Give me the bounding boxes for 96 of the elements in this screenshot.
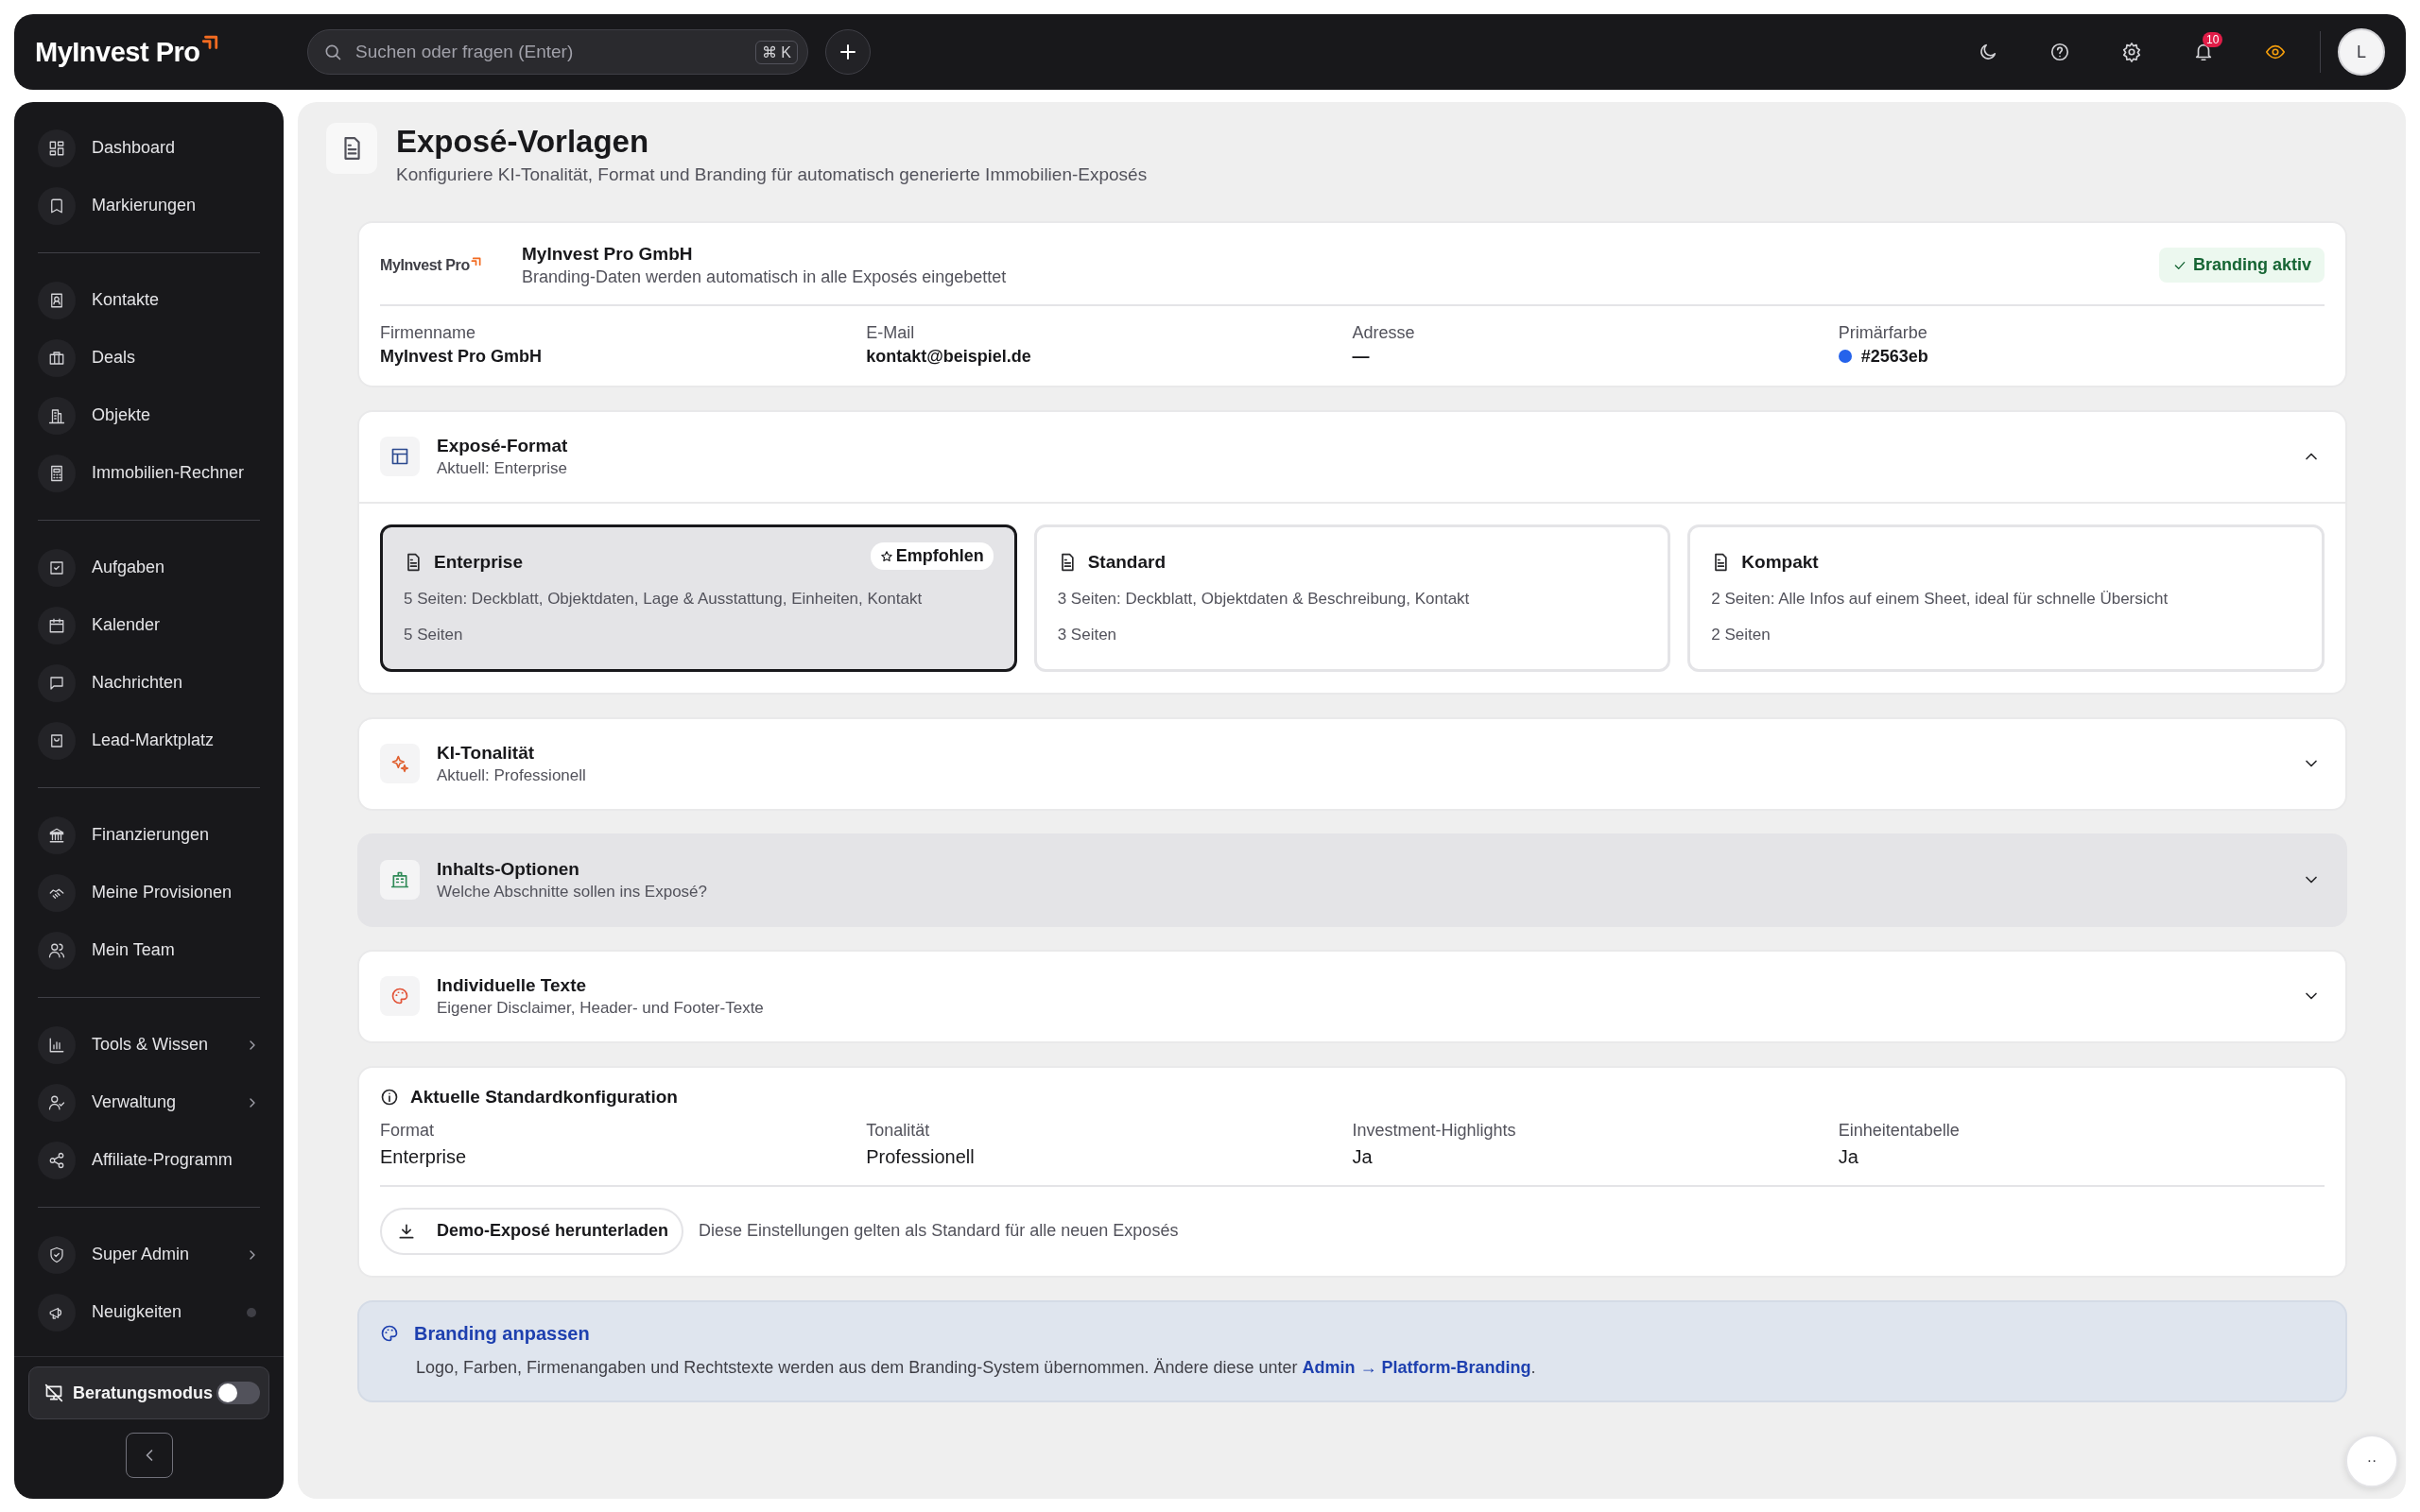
company-logo: MyInvest Pro [380,256,484,274]
branding-description: Branding-Daten werden automatisch in alle Exposés eingebettet [522,266,1008,287]
bank-icon [48,826,65,844]
shield-icon [48,1246,65,1263]
field-label: Adresse [1352,322,1416,343]
recommended-badge: Empfohlen [870,542,994,571]
sidebar-item[interactable]: Meine Provisionen [38,864,260,921]
bell-icon[interactable] [2193,42,2214,62]
option-description: 2 Seiten: Alle Infos auf einem Sheet, ideal für schnelle Übersicht [1711,589,2169,609]
section-header[interactable]: Inhalts-Optionen Welche Abschnitte sollen ins Exposé? [359,834,2345,925]
contact-card-icon [48,291,65,309]
sidebar-item[interactable]: Tools & Wissen [38,1016,260,1074]
info-icon [380,1087,399,1107]
add-button[interactable] [825,29,871,75]
format-option-card[interactable]: Enterprise Empfohlen 5 Seiten: Deckblatt, Objektdaten, Lage & Ausstattung, Einheiten, Kontakt 5 Seiten [380,524,1017,672]
page-count: 2 Seiten [1711,625,1772,644]
sidebar-item[interactable]: Kontakte [38,271,260,329]
info-text: Logo, Farben, Firmenangaben und Rechtstexte werden aus dem Branding-System übernommen. Ändere diese unter Admin → Platform-Branding. [416,1357,1537,1378]
advisor-mode-button[interactable]: Beratungsmodus [28,1366,269,1419]
field-value: MyInvest Pro GmbH [380,346,543,367]
config-note: Diese Einstellungen gelten als Standard für alle neuen Exposés [699,1221,1179,1242]
info-title: Branding anpassen [414,1322,590,1345]
sidebar-item[interactable]: Super Admin [38,1226,260,1283]
sidebar-item[interactable]: Dashboard [38,119,260,177]
option-title: Enterprise [434,551,524,573]
search-icon [323,43,342,61]
grid-icon [48,139,65,157]
collapse-button[interactable] [125,1433,173,1478]
field-value: Professionell [866,1145,976,1168]
avatar[interactable]: L [2338,28,2385,76]
bar-chart-icon [48,1036,65,1054]
notification-badge: 10 [2203,32,2223,47]
moon-icon[interactable] [1978,42,1998,62]
chat-button[interactable]: ·· [2345,1435,2398,1487]
logo[interactable]: MyInvest Pro [35,34,290,70]
branding-link[interactable]: Admin → Platform-Branding [1302,1357,1531,1377]
building-icon [48,406,65,424]
page-count: 5 Seiten [404,625,464,644]
field-value: Enterprise [380,1145,468,1168]
calendar-icon [48,616,65,634]
search-bar[interactable]: Suchen oder fragen (Enter) ⌘ K [307,29,808,75]
field-label: Einheitentabelle [1838,1120,1961,1141]
format-option-card[interactable]: Standard 3 Seiten: Deckblatt, Objektdaten & Beschreibung, Kontakt 3 Seiten [1033,524,1671,672]
palette-icon [380,1324,399,1344]
field-label: Format [380,1120,435,1141]
calculator-icon [48,464,65,482]
option-title: Kompakt [1741,551,1820,573]
sidebar-item[interactable]: Affiliate-Programm [38,1131,260,1189]
sidebar-item[interactable]: Objekte [38,387,260,444]
format-option-card[interactable]: Kompakt 2 Seiten: Alle Infos auf einem Sheet, ideal für schnelle Übersicht 2 Seiten [1687,524,2325,672]
chat-icon [48,674,65,692]
toggle-switch[interactable] [216,1382,260,1404]
section-header[interactable]: Exposé-Format Aktuell: Enterprise [359,411,2345,502]
page-subtitle: Konfiguriere KI-Tonalität, Format und Branding für automatisch generierte Immobilien-Exposés [396,163,1148,185]
page-count: 3 Seiten [1057,625,1118,644]
section-header[interactable]: KI-Tonalität Aktuell: Professionell [359,718,2345,809]
download-button[interactable]: Demo-Exposé herunterladen [380,1207,684,1255]
bookmark-icon [48,197,65,215]
monitor-off-icon [44,1383,63,1402]
section-header[interactable]: Individuelle Texte Eigener Disclaimer, Header- und Footer-Texte [359,951,2345,1041]
sidebar-item[interactable]: Verwaltung [38,1074,260,1131]
field-label: Investment-Highlights [1352,1120,1517,1141]
briefcase-icon [48,349,65,367]
shopping-bag-icon [48,731,65,749]
field-value: Ja [1352,1145,1374,1168]
sidebar-item[interactable]: Mein Team [38,921,260,979]
sidebar-item[interactable]: Finanzierungen [38,806,260,864]
option-description: 3 Seiten: Deckblatt, Objektdaten & Beschreibung, Kontakt [1057,589,1471,609]
option-title: Standard [1087,551,1167,573]
sidebar-item[interactable]: Markierungen [38,177,260,234]
field-value: Ja [1838,1145,1859,1168]
field-value: — [1352,346,1370,367]
search-input[interactable]: Suchen oder fragen (Enter) [354,41,744,63]
field-label: E-Mail [866,322,916,343]
sidebar-item[interactable]: Nachrichten [38,654,260,712]
sidebar-item[interactable]: Deals [38,329,260,387]
field-value: #2563eb [1860,346,1928,367]
share-icon [48,1151,65,1169]
config-title: Aktuelle Standardkonfiguration [410,1086,678,1108]
status-badge: Branding aktiv [2158,248,2325,284]
sidebar-item[interactable]: Immobilien-Rechner [38,444,260,502]
sidebar-item[interactable]: Aufgaben [38,539,260,596]
field-label: Primärfarbe [1838,322,1928,343]
field-value: kontakt@beispiel.de [866,346,1031,367]
shortcut-hint: ⌘ K [754,40,798,64]
page-title: Exposé-Vorlagen [396,123,650,161]
option-description: 5 Seiten: Deckblatt, Objektdaten, Lage & Ausstattung, Einheiten, Kontakt [404,589,924,609]
help-icon[interactable] [2049,42,2070,62]
sidebar-item[interactable]: Neuigkeiten [38,1283,260,1341]
field-label: Firmenname [380,322,477,343]
field-label: Tonalität [866,1120,931,1141]
checkbox-icon [48,558,65,576]
company-name: MyInvest Pro GmbH [522,243,694,265]
sidebar-item[interactable]: Kalender [38,596,260,654]
sidebar-item[interactable]: Lead-Marktplatz [38,712,260,769]
settings-icon[interactable] [2121,42,2142,62]
